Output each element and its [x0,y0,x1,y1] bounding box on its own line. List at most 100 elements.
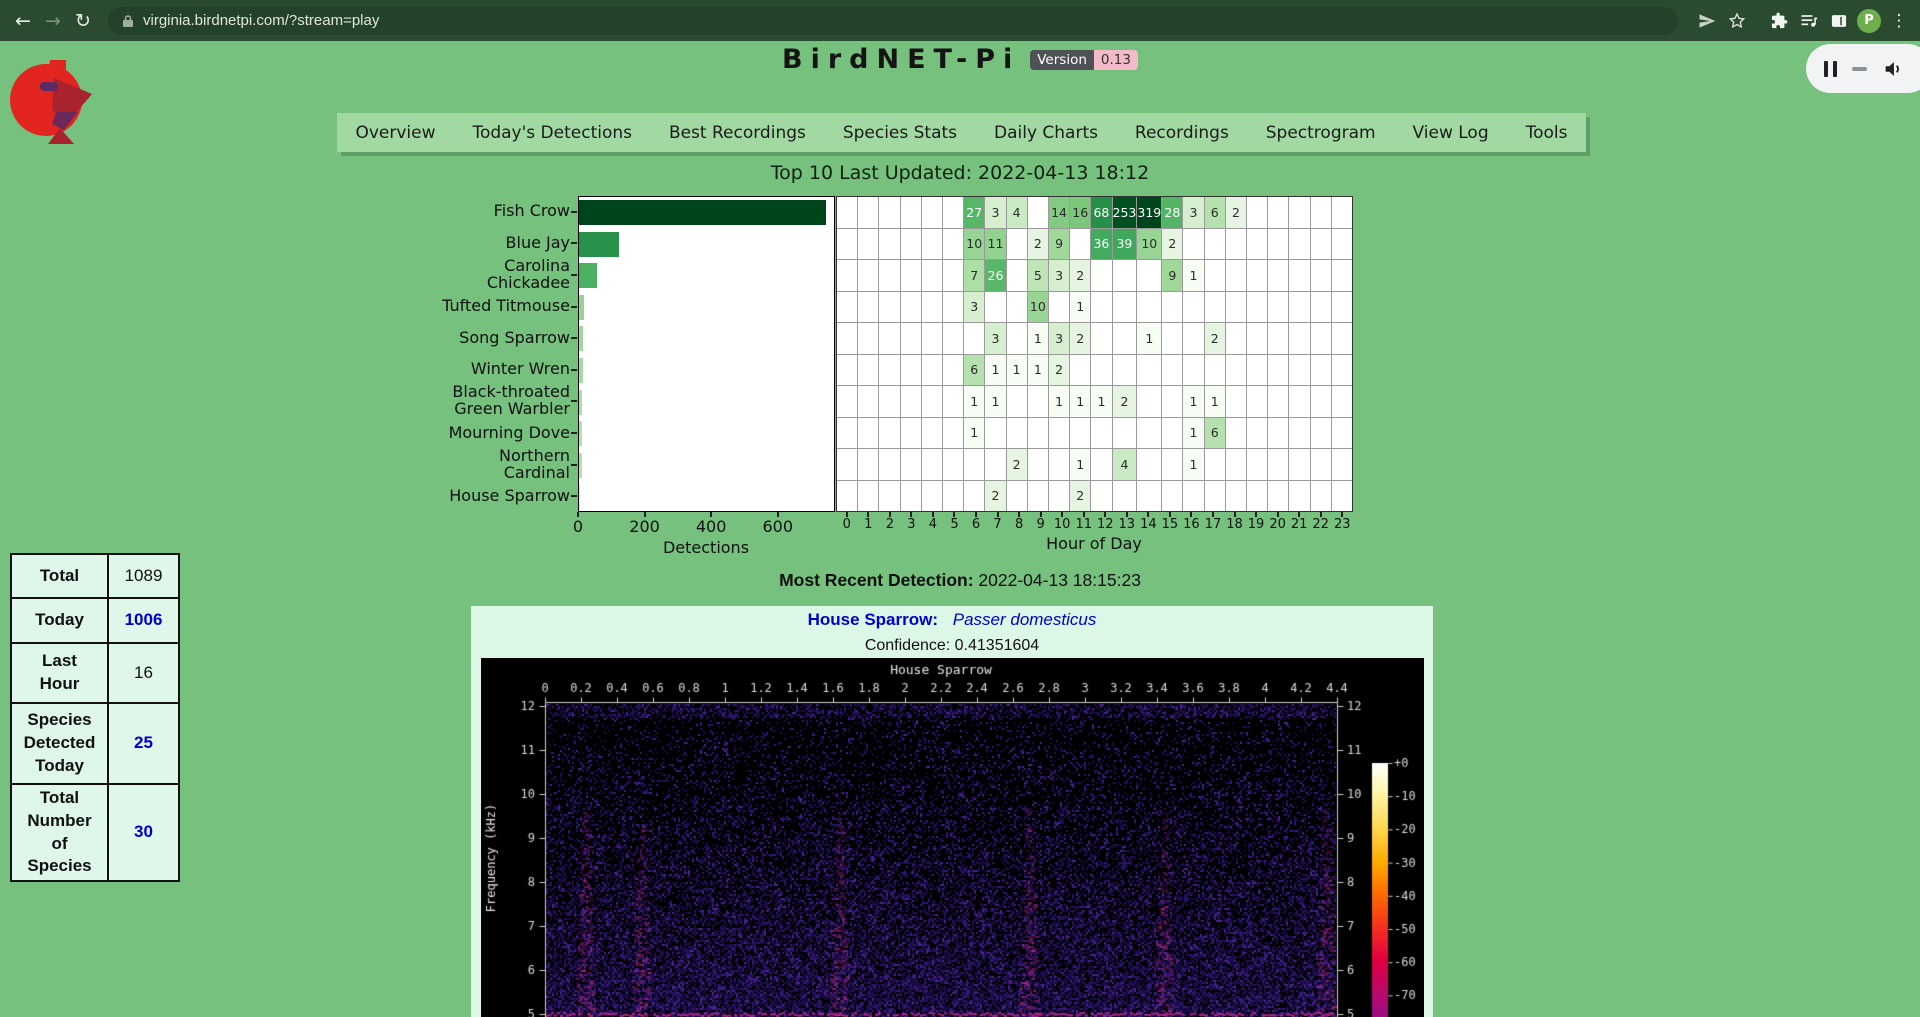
hour-ticklabel: 2 [878,517,902,532]
heatmap-cell [1268,323,1288,354]
heatmap-cell [943,449,963,480]
stats-value-link[interactable]: 1006 [125,610,163,629]
heatmap-cell [1226,323,1246,354]
heatmap-cell: 68 [1091,197,1111,228]
stats-row: Today 1006 [11,598,179,643]
heatmap-cell: 3 [1049,323,1069,354]
species-axis-tick [571,242,577,244]
heatmap-cell [1247,418,1267,449]
heatmap-cell [1113,323,1137,354]
hour-ticklabel: 21 [1287,517,1311,532]
heatmap-cell [1113,355,1137,386]
heatmap-cell [1289,386,1309,417]
bar-axis-ticklabel: 600 [753,517,803,536]
heatmap-cell [1205,292,1225,323]
species-axis-tick [571,400,577,402]
stats-row: Total Number of Species30 [11,784,179,881]
heatmap-cell [1226,229,1246,260]
stats-value: 16 [134,663,153,682]
heatmap-cell [879,449,899,480]
heatmap-cell [1268,418,1288,449]
heatmap-cell [837,323,857,354]
stats-value-link[interactable]: 25 [134,733,153,752]
heatmap-cell [1028,386,1048,417]
heatmap-cell: 1 [985,355,1005,386]
species-axis-tick [571,274,577,276]
heatmap-cell [1007,260,1027,291]
scientific-name-link[interactable]: Passer domesticus [953,610,1097,629]
heatmap-cell [1311,197,1331,228]
heatmap-cell [1137,292,1161,323]
heatmap-cell [1268,449,1288,480]
heatmap-cell [1091,355,1111,386]
heatmap-cell: 10 [964,229,984,260]
heatmap-cell: 1 [964,418,984,449]
heatmap-cell [985,418,1005,449]
stats-row: Last Hour16 [11,643,179,703]
heatmap-cell [943,323,963,354]
confidence-value: 0.41351604 [955,637,1040,654]
stats-value-link[interactable]: 30 [134,822,153,841]
heatmap-cell [1289,260,1309,291]
heatmap-cell: 253 [1113,197,1137,228]
heatmap-cell [1289,197,1309,228]
heatmap-cell [879,260,899,291]
heatmap-cell [1332,355,1352,386]
heatmap-cell: 5 [1028,260,1048,291]
heatmap-cell [858,386,878,417]
heatmap-cell [1247,355,1267,386]
heatmap-cell: 1 [985,386,1005,417]
heatmap-cell: 14 [1049,197,1069,228]
heatmap-cell [1226,449,1246,480]
heatmap-cell: 1 [1183,260,1203,291]
species-label: Black-throated Green Warbler [384,386,570,418]
heatmap-cell [901,229,921,260]
heatmap-cell [1028,449,1048,480]
heatmap-cell [1183,355,1203,386]
confidence-label: Confidence: [865,637,950,654]
heatmap-cell [837,292,857,323]
heatmap-cell: 1 [1183,449,1203,480]
hour-ticklabel: 18 [1223,517,1247,532]
heatmap-cell [858,418,878,449]
heatmap-cell [1137,418,1161,449]
heatmap-cell [1311,355,1331,386]
heatmap-cell [1137,260,1161,291]
detections-bar [579,390,582,415]
heatmap-cell [837,355,857,386]
detections-bar-plot [578,196,835,512]
heatmap-cell [901,449,921,480]
heatmap-cell [1113,292,1137,323]
heatmap-cell [837,197,857,228]
heatmap-cell [1332,449,1352,480]
detections-bar [579,295,584,320]
heatmap-cell: 2 [1205,323,1225,354]
heatmap-cell [1205,449,1225,480]
heatmap-cell [1226,292,1246,323]
hour-ticklabel: 0 [835,517,859,532]
heatmap-cell [922,386,942,417]
stats-value-cell: 1006 [108,598,179,643]
heatmap-cell [1311,449,1331,480]
heatmap-cell: 1 [1183,386,1203,417]
heatmap-cell [1091,260,1111,291]
heatmap-cell: 1 [1070,386,1090,417]
heatmap-cell [858,481,878,512]
heatmap-cell [1162,481,1182,512]
heatmap-cell [1247,260,1267,291]
stats-label: Today [11,598,108,643]
heatmap-cell [1205,355,1225,386]
heatmap-cell: 3 [985,323,1005,354]
heatmap-cell: 28 [1162,197,1182,228]
detections-bar [579,263,597,288]
species-link[interactable]: House Sparrow: [808,610,938,629]
heatmap-cell [1226,260,1246,291]
heatmap-cell [1091,449,1111,480]
heatmap-cell: 9 [1049,229,1069,260]
heatmap-cell [922,229,942,260]
heatmap-cell [837,260,857,291]
heatmap-cell [943,481,963,512]
heatmap-cell [1162,355,1182,386]
heatmap-cell [1332,292,1352,323]
heatmap-cell [1028,481,1048,512]
